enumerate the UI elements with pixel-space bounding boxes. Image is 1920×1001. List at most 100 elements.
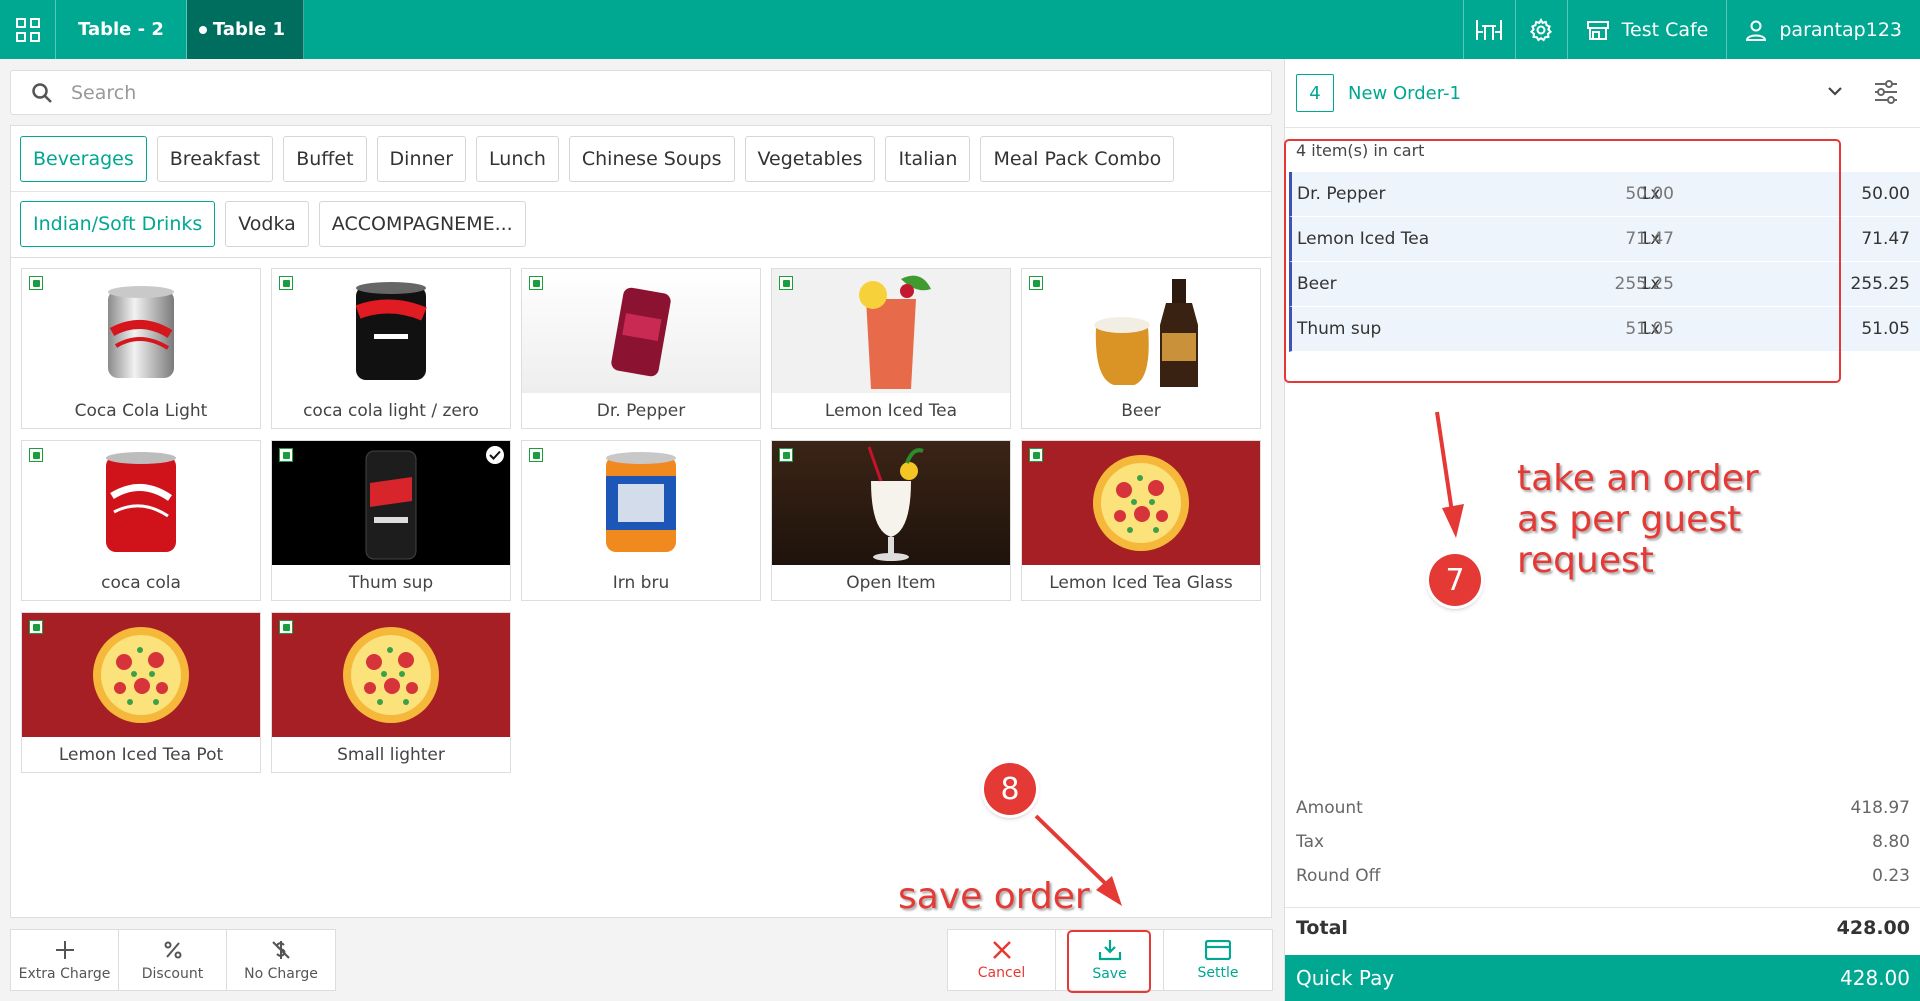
sliders-icon[interactable] (1873, 79, 1899, 105)
product-tile[interactable]: Lemon Iced Tea (771, 268, 1011, 429)
total-divider (1285, 907, 1920, 908)
quick-pay-amount: 428.00 (1840, 966, 1910, 990)
product-name: Coca Cola Light (74, 400, 208, 421)
cafe-selector[interactable]: Test Cafe (1566, 0, 1727, 59)
tab-table-2[interactable]: Table - 2 (56, 0, 187, 59)
product-image (22, 269, 260, 393)
order-name[interactable]: New Order-1 (1348, 83, 1461, 104)
instruction-line: request (1517, 540, 1654, 581)
category-meal-pack-combo[interactable]: Meal Pack Combo (980, 136, 1175, 182)
step-8-badge: 8 (984, 763, 1036, 815)
extra-charge-button[interactable]: Extra Charge (11, 930, 119, 990)
product-image (1022, 441, 1260, 565)
settle-label: Settle (1197, 964, 1239, 981)
cancel-button[interactable]: Cancel (948, 930, 1056, 990)
extra-charge-label: Extra Charge (18, 966, 111, 982)
product-tile[interactable]: Lemon Iced Tea Glass (1021, 440, 1261, 601)
product-image (272, 269, 510, 393)
cart-item-price: 51.05 (1625, 319, 1674, 339)
round-off-label: Round Off (1296, 866, 1381, 886)
subcategory-indian-soft-drinks[interactable]: Indian/Soft Drinks (20, 201, 216, 247)
settings-gear-icon[interactable] (1514, 0, 1567, 59)
category-vegetables[interactable]: Vegetables (744, 136, 876, 182)
settle-button[interactable]: Settle (1164, 930, 1272, 990)
cancel-label: Cancel (977, 964, 1026, 981)
product-tile[interactable]: Lemon Iced Tea Pot (21, 612, 261, 773)
step-7-badge: 7 (1429, 554, 1481, 606)
cart-item-price: 255.25 (1614, 274, 1674, 294)
chevron-down-icon[interactable] (1825, 81, 1845, 101)
tax-row: Tax 8.80 (1296, 832, 1910, 852)
product-tile[interactable]: Open Item (771, 440, 1011, 601)
cart-item-row[interactable]: Beer 1x 255.25 255.25 (1289, 262, 1920, 307)
cart-item-total: 255.25 (1850, 274, 1910, 294)
product-area: Coca Cola Light coca cola light / zero D… (10, 258, 1272, 918)
product-image (272, 441, 510, 565)
table-layout-icon[interactable] (1462, 0, 1515, 59)
product-name: Thum sup (348, 572, 434, 593)
veg-indicator-icon (779, 448, 793, 462)
plus-icon (55, 938, 75, 962)
product-image (522, 441, 760, 565)
category-lunch[interactable]: Lunch (476, 136, 559, 182)
subcategory-vodka[interactable]: Vodka (225, 201, 309, 247)
no-charge-button[interactable]: No Charge (227, 930, 335, 990)
search-bar (10, 70, 1272, 115)
download-save-icon (1098, 939, 1121, 960)
veg-indicator-icon (279, 620, 293, 634)
cart-item-row[interactable]: Dr. Pepper 1x 50.00 50.00 (1289, 172, 1920, 217)
category-breakfast[interactable]: Breakfast (156, 136, 274, 182)
tax-label: Tax (1296, 832, 1325, 852)
product-name: Lemon Iced Tea Pot (58, 744, 224, 765)
search-input[interactable] (71, 81, 1171, 104)
veg-indicator-icon (279, 448, 293, 462)
product-image (272, 613, 510, 737)
user-name: parantap123 (1779, 18, 1902, 41)
product-tile[interactable]: coca cola light / zero (271, 268, 511, 429)
product-tile[interactable]: Beer (1021, 268, 1261, 429)
category-dinner[interactable]: Dinner (376, 136, 467, 182)
veg-indicator-icon (1029, 276, 1043, 290)
user-menu[interactable]: parantap123 (1726, 0, 1920, 59)
instruction-line: as per guest (1517, 499, 1742, 540)
save-label: Save (1092, 965, 1127, 982)
product-tile[interactable]: Small lighter (271, 612, 511, 773)
cart-item-row[interactable]: Thum sup 1x 51.05 51.05 (1289, 307, 1920, 352)
cart-item-name: Lemon Iced Tea (1297, 229, 1430, 249)
product-image (22, 441, 260, 565)
save-button[interactable]: Save (1056, 930, 1164, 990)
category-panel: Beverages Breakfast Buffet Dinner Lunch … (10, 125, 1272, 258)
user-icon (1746, 20, 1767, 41)
veg-indicator-icon (29, 620, 43, 634)
amount-label: Amount (1296, 798, 1363, 818)
product-tile[interactable]: Coca Cola Light (21, 268, 261, 429)
round-off-row: Round Off 0.23 (1296, 866, 1910, 886)
discount-button[interactable]: Discount (119, 930, 227, 990)
cart-count: 4 item(s) in cart (1296, 141, 1425, 160)
product-tile[interactable]: Irn bru (521, 440, 761, 601)
veg-indicator-icon (29, 276, 43, 290)
category-buffet[interactable]: Buffet (283, 136, 367, 182)
category-chinese-soups[interactable]: Chinese Soups (568, 136, 735, 182)
category-beverages[interactable]: Beverages (20, 136, 147, 182)
product-tile[interactable]: coca cola (21, 440, 261, 601)
cart-item-row[interactable]: Lemon Iced Tea 1x 71.47 71.47 (1289, 217, 1920, 262)
apps-grid-icon[interactable] (0, 0, 56, 59)
veg-indicator-icon (529, 448, 543, 462)
product-image (772, 441, 1010, 565)
category-divider (11, 191, 1271, 192)
quick-pay-button[interactable]: Quick Pay 428.00 (1285, 955, 1920, 1001)
tab-table-1[interactable]: Table 1 (186, 0, 305, 59)
product-name: Dr. Pepper (596, 400, 686, 421)
product-tile[interactable]: Thum sup (271, 440, 511, 601)
category-italian[interactable]: Italian (885, 136, 971, 182)
credit-card-icon (1205, 939, 1231, 960)
cart-item-name: Thum sup (1297, 319, 1382, 339)
cart-item-price: 50.00 (1625, 184, 1674, 204)
subcategory-accompagnements[interactable]: ACCOMPAGNEME... (318, 201, 526, 247)
total-label: Total (1296, 917, 1348, 939)
product-name: coca cola light / zero (303, 400, 479, 421)
order-header: 4 New Order-1 (1285, 59, 1920, 128)
step-8-instruction: save order (898, 876, 1090, 917)
product-tile[interactable]: Dr. Pepper (521, 268, 761, 429)
